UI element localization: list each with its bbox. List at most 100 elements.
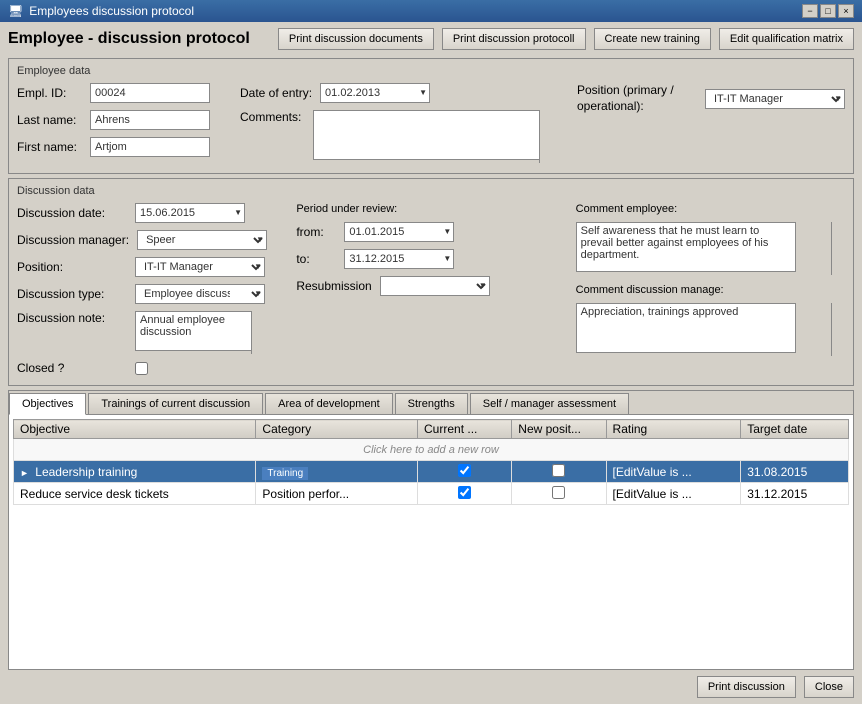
first-name-input[interactable] (90, 137, 210, 157)
period-to-row: to: (296, 249, 565, 269)
row1-expander[interactable]: ► (20, 468, 29, 478)
employee-middle-section: Date of entry: Comments: (240, 83, 553, 167)
disc-date-row: Discussion date: (17, 203, 286, 223)
restore-button[interactable]: □ (820, 4, 836, 18)
discussion-data-panel: Discussion data Discussion date: Discuss… (8, 178, 854, 386)
comment-employee-wrapper: Self awareness that he must learn to pre… (576, 222, 845, 275)
tab-objectives[interactable]: Objectives (9, 393, 86, 415)
last-name-row: Last name: (17, 110, 210, 130)
comment-employee-label: Comment employee: (576, 203, 678, 215)
add-row-text[interactable]: Click here to add a new row (14, 439, 849, 461)
period-label: Period under review: (296, 203, 397, 215)
resubmission-label: Resubmission (296, 279, 371, 293)
create-training-button[interactable]: Create new training (594, 28, 711, 50)
disc-position-row: Position: IT-IT Manager (17, 257, 286, 277)
comments-row: Comments: (240, 110, 553, 163)
employee-id-section: Empl. ID: Last name: First name: (17, 83, 210, 161)
comment-employee-textarea[interactable]: Self awareness that he must learn to pre… (576, 222, 796, 272)
comment-manager-label: Comment discussion manage: (576, 284, 724, 296)
comment-manager-label-row: Comment discussion manage: (576, 284, 845, 296)
tabs-bar: Objectives Trainings of current discussi… (9, 391, 853, 415)
closed-checkbox[interactable] (135, 362, 148, 375)
tab-area[interactable]: Area of development (265, 393, 393, 414)
disc-type-label: Discussion type: (17, 287, 127, 301)
date-entry-label: Date of entry: (240, 86, 312, 100)
position-primary-label: Position (primary / operational): (577, 83, 697, 114)
comment-manager-scrollbar (831, 303, 845, 356)
first-name-row: First name: (17, 137, 210, 157)
disc-note-textarea[interactable]: Annual employee discussion (135, 311, 265, 351)
comments-label: Comments: (240, 110, 305, 124)
disc-manager-select[interactable]: Speer (137, 230, 267, 250)
disc-type-row: Discussion type: Employee discussion (17, 284, 286, 304)
table-header-row: Objective Category Current ... New posit… (14, 420, 849, 439)
comment-employee-scrollbar (831, 222, 845, 275)
main-content: Employee - discussion protocol Print dis… (0, 22, 862, 704)
row1-objective: ► Leadership training (14, 461, 256, 483)
position-select[interactable]: IT-IT Manager (705, 89, 845, 109)
resubmission-row: Resubmission (296, 276, 565, 296)
title-bar: 🖥 Employees discussion protocol − □ × (0, 0, 862, 22)
header-row: Employee - discussion protocol Print dis… (8, 28, 854, 50)
row2-new-pos-checkbox[interactable] (552, 486, 565, 499)
comments-scrollbar (539, 110, 553, 163)
disc-date-input[interactable] (135, 203, 245, 223)
table-row[interactable]: Reduce service desk tickets Position per… (14, 483, 849, 505)
page-title: Employee - discussion protocol (8, 30, 270, 48)
row1-current-checkbox[interactable] (458, 464, 471, 477)
empl-id-input[interactable] (90, 83, 210, 103)
close-button[interactable]: × (838, 4, 854, 18)
period-to-input[interactable] (344, 249, 454, 269)
disc-middle-col: Period under review: from: to: Resubmiss… (296, 203, 565, 379)
col-current: Current ... (418, 420, 512, 439)
print-docs-button[interactable]: Print discussion documents (278, 28, 434, 50)
date-entry-input[interactable] (320, 83, 430, 103)
print-protocol-button[interactable]: Print discussion protocoll (442, 28, 586, 50)
disc-type-select[interactable]: Employee discussion (135, 284, 265, 304)
footer-row: Print discussion Close (8, 674, 854, 698)
col-category: Category (256, 420, 418, 439)
table-row[interactable]: ► Leadership training Training [EditVal (14, 461, 849, 483)
comment-manager-wrapper: Appreciation, trainings approved (576, 303, 845, 356)
row2-current (418, 483, 512, 505)
objectives-table: Objective Category Current ... New posit… (13, 419, 849, 505)
employee-data-title: Employee data (17, 65, 845, 77)
first-name-label: First name: (17, 140, 82, 154)
period-from-input[interactable] (344, 222, 454, 242)
last-name-input[interactable] (90, 110, 210, 130)
col-objective: Objective (14, 420, 256, 439)
comments-textarea[interactable] (313, 110, 553, 160)
tab-self-assessment[interactable]: Self / manager assessment (470, 393, 629, 414)
col-rating: Rating (606, 420, 741, 439)
print-discussion-button[interactable]: Print discussion (697, 676, 796, 698)
empl-id-label: Empl. ID: (17, 86, 82, 100)
row2-target-date: 31.12.2015 (741, 483, 849, 505)
close-main-button[interactable]: Close (804, 676, 854, 698)
row1-new-pos-checkbox[interactable] (552, 464, 565, 477)
comment-manager-textarea[interactable]: Appreciation, trainings approved (576, 303, 796, 353)
disc-position-select[interactable]: IT-IT Manager (135, 257, 265, 277)
disc-right-col: Comment employee: Self awareness that he… (576, 203, 845, 379)
empl-id-row: Empl. ID: (17, 83, 210, 103)
employee-data-panel: Employee data Empl. ID: Last name: First… (8, 58, 854, 174)
edit-matrix-button[interactable]: Edit qualification matrix (719, 28, 854, 50)
tab-content-objectives: Objective Category Current ... New posit… (9, 415, 853, 669)
period-from-label: from: (296, 225, 336, 239)
tab-strengths[interactable]: Strengths (395, 393, 468, 414)
position-row: Position (primary / operational): IT-IT … (577, 83, 845, 114)
col-new-pos: New posit... (512, 420, 606, 439)
minimize-button[interactable]: − (802, 4, 818, 18)
tab-trainings[interactable]: Trainings of current discussion (88, 393, 263, 414)
row2-new-pos (512, 483, 606, 505)
tabs-container: Objectives Trainings of current discussi… (8, 390, 854, 670)
row2-category: Position perfor... (256, 483, 418, 505)
row2-current-checkbox[interactable] (458, 486, 471, 499)
disc-note-row: Discussion note: Annual employee discuss… (17, 311, 286, 354)
disc-left-col: Discussion date: Discussion manager: Spe… (17, 203, 286, 379)
add-row[interactable]: Click here to add a new row (14, 439, 849, 461)
row1-category: Training (256, 461, 418, 483)
app-icon: 🖥 (8, 4, 23, 18)
comment-employee-label-row: Comment employee: (576, 203, 845, 215)
row1-target-date: 31.08.2015 (741, 461, 849, 483)
resubmission-select[interactable] (380, 276, 490, 296)
